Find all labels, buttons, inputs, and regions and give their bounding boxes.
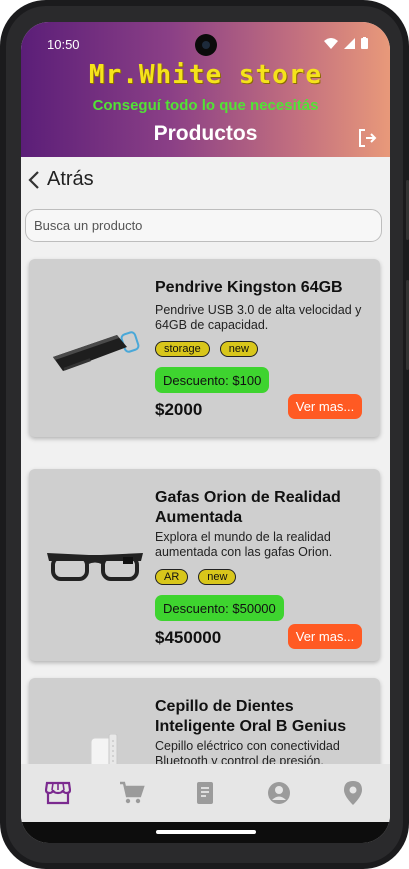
product-description: Pendrive USB 3.0 de alta velocidad y 64G…	[155, 303, 362, 332]
store-icon	[44, 781, 71, 805]
product-name: Cepillo de Dientes Inteligente Oral B Ge…	[155, 698, 347, 735]
battery-icon	[361, 37, 368, 49]
status-icons	[324, 37, 368, 49]
see-more-button[interactable]: Ver mas...	[288, 624, 362, 649]
logout-icon	[359, 129, 377, 147]
chevron-left-icon	[28, 170, 39, 189]
store-name: Mr.White store	[88, 60, 323, 90]
product-image-ar-glasses	[45, 521, 145, 611]
product-tag: storage	[155, 341, 210, 357]
discount-badge: Descuento: $100	[155, 367, 270, 393]
product-price: $450000	[155, 628, 222, 647]
product-list[interactable]: Pendrive Kingston 64GB Pendrive USB 3.0 …	[21, 254, 390, 764]
product-price: $2000	[155, 400, 203, 419]
front-camera	[195, 34, 217, 56]
receipt-icon	[197, 782, 214, 804]
product-name: Pendrive Kingston 64GB	[155, 279, 343, 296]
nav-location-button[interactable]	[339, 779, 367, 807]
product-name: Gafas Orion de Realidad Aumentada	[155, 489, 341, 526]
back-label: Atrás	[47, 168, 94, 190]
status-bar: 10:50	[21, 22, 390, 62]
account-icon	[268, 782, 291, 804]
product-tag: AR	[155, 569, 189, 585]
status-time: 10:50	[47, 37, 80, 52]
home-indicator[interactable]	[156, 830, 256, 834]
product-card[interactable]: Gafas Orion de Realidad Aumentada Explor…	[29, 469, 380, 661]
cart-icon	[119, 781, 145, 804]
back-button[interactable]: Atrás	[27, 168, 94, 191]
search-input[interactable]	[26, 210, 381, 241]
nav-cart-button[interactable]	[118, 779, 146, 807]
product-tag: new	[198, 569, 237, 585]
product-card[interactable]: Cepillo de Dientes Inteligente Oral B Ge…	[29, 678, 380, 764]
app-header: 10:50 Mr.White store Conseguí todo lo qu…	[21, 22, 390, 157]
product-description: Explora el mundo de la realidad aumentad…	[155, 530, 333, 559]
screen: 10:50 Mr.White store Conseguí todo lo qu…	[21, 22, 390, 843]
page-title: Productos	[153, 122, 258, 145]
store-tagline: Conseguí todo lo que necesitás	[92, 97, 319, 114]
location-icon	[344, 781, 363, 805]
product-tags: storage new	[155, 341, 258, 357]
product-image-toothbrush	[45, 733, 145, 764]
wifi-icon	[324, 37, 338, 49]
nav-store-button[interactable]	[44, 779, 72, 807]
bottom-navigation	[21, 764, 390, 822]
product-description: Cepillo eléctrico con conectividad Bluet…	[155, 739, 340, 764]
see-more-button[interactable]: Ver mas...	[288, 394, 362, 419]
product-tag: new	[219, 341, 258, 357]
nav-orders-button[interactable]	[191, 779, 219, 807]
discount-badge: Descuento: $50000	[155, 595, 284, 621]
nav-account-button[interactable]	[265, 779, 293, 807]
gesture-area	[21, 822, 390, 843]
search-box	[25, 209, 382, 242]
phone-frame: 10:50 Mr.White store Conseguí todo lo qu…	[0, 0, 409, 869]
logout-button[interactable]	[356, 127, 378, 149]
signal-icon	[344, 37, 355, 49]
product-tags: AR new	[155, 569, 237, 585]
product-image-pendrive	[45, 299, 145, 389]
product-card[interactable]: Pendrive Kingston 64GB Pendrive USB 3.0 …	[29, 259, 380, 437]
